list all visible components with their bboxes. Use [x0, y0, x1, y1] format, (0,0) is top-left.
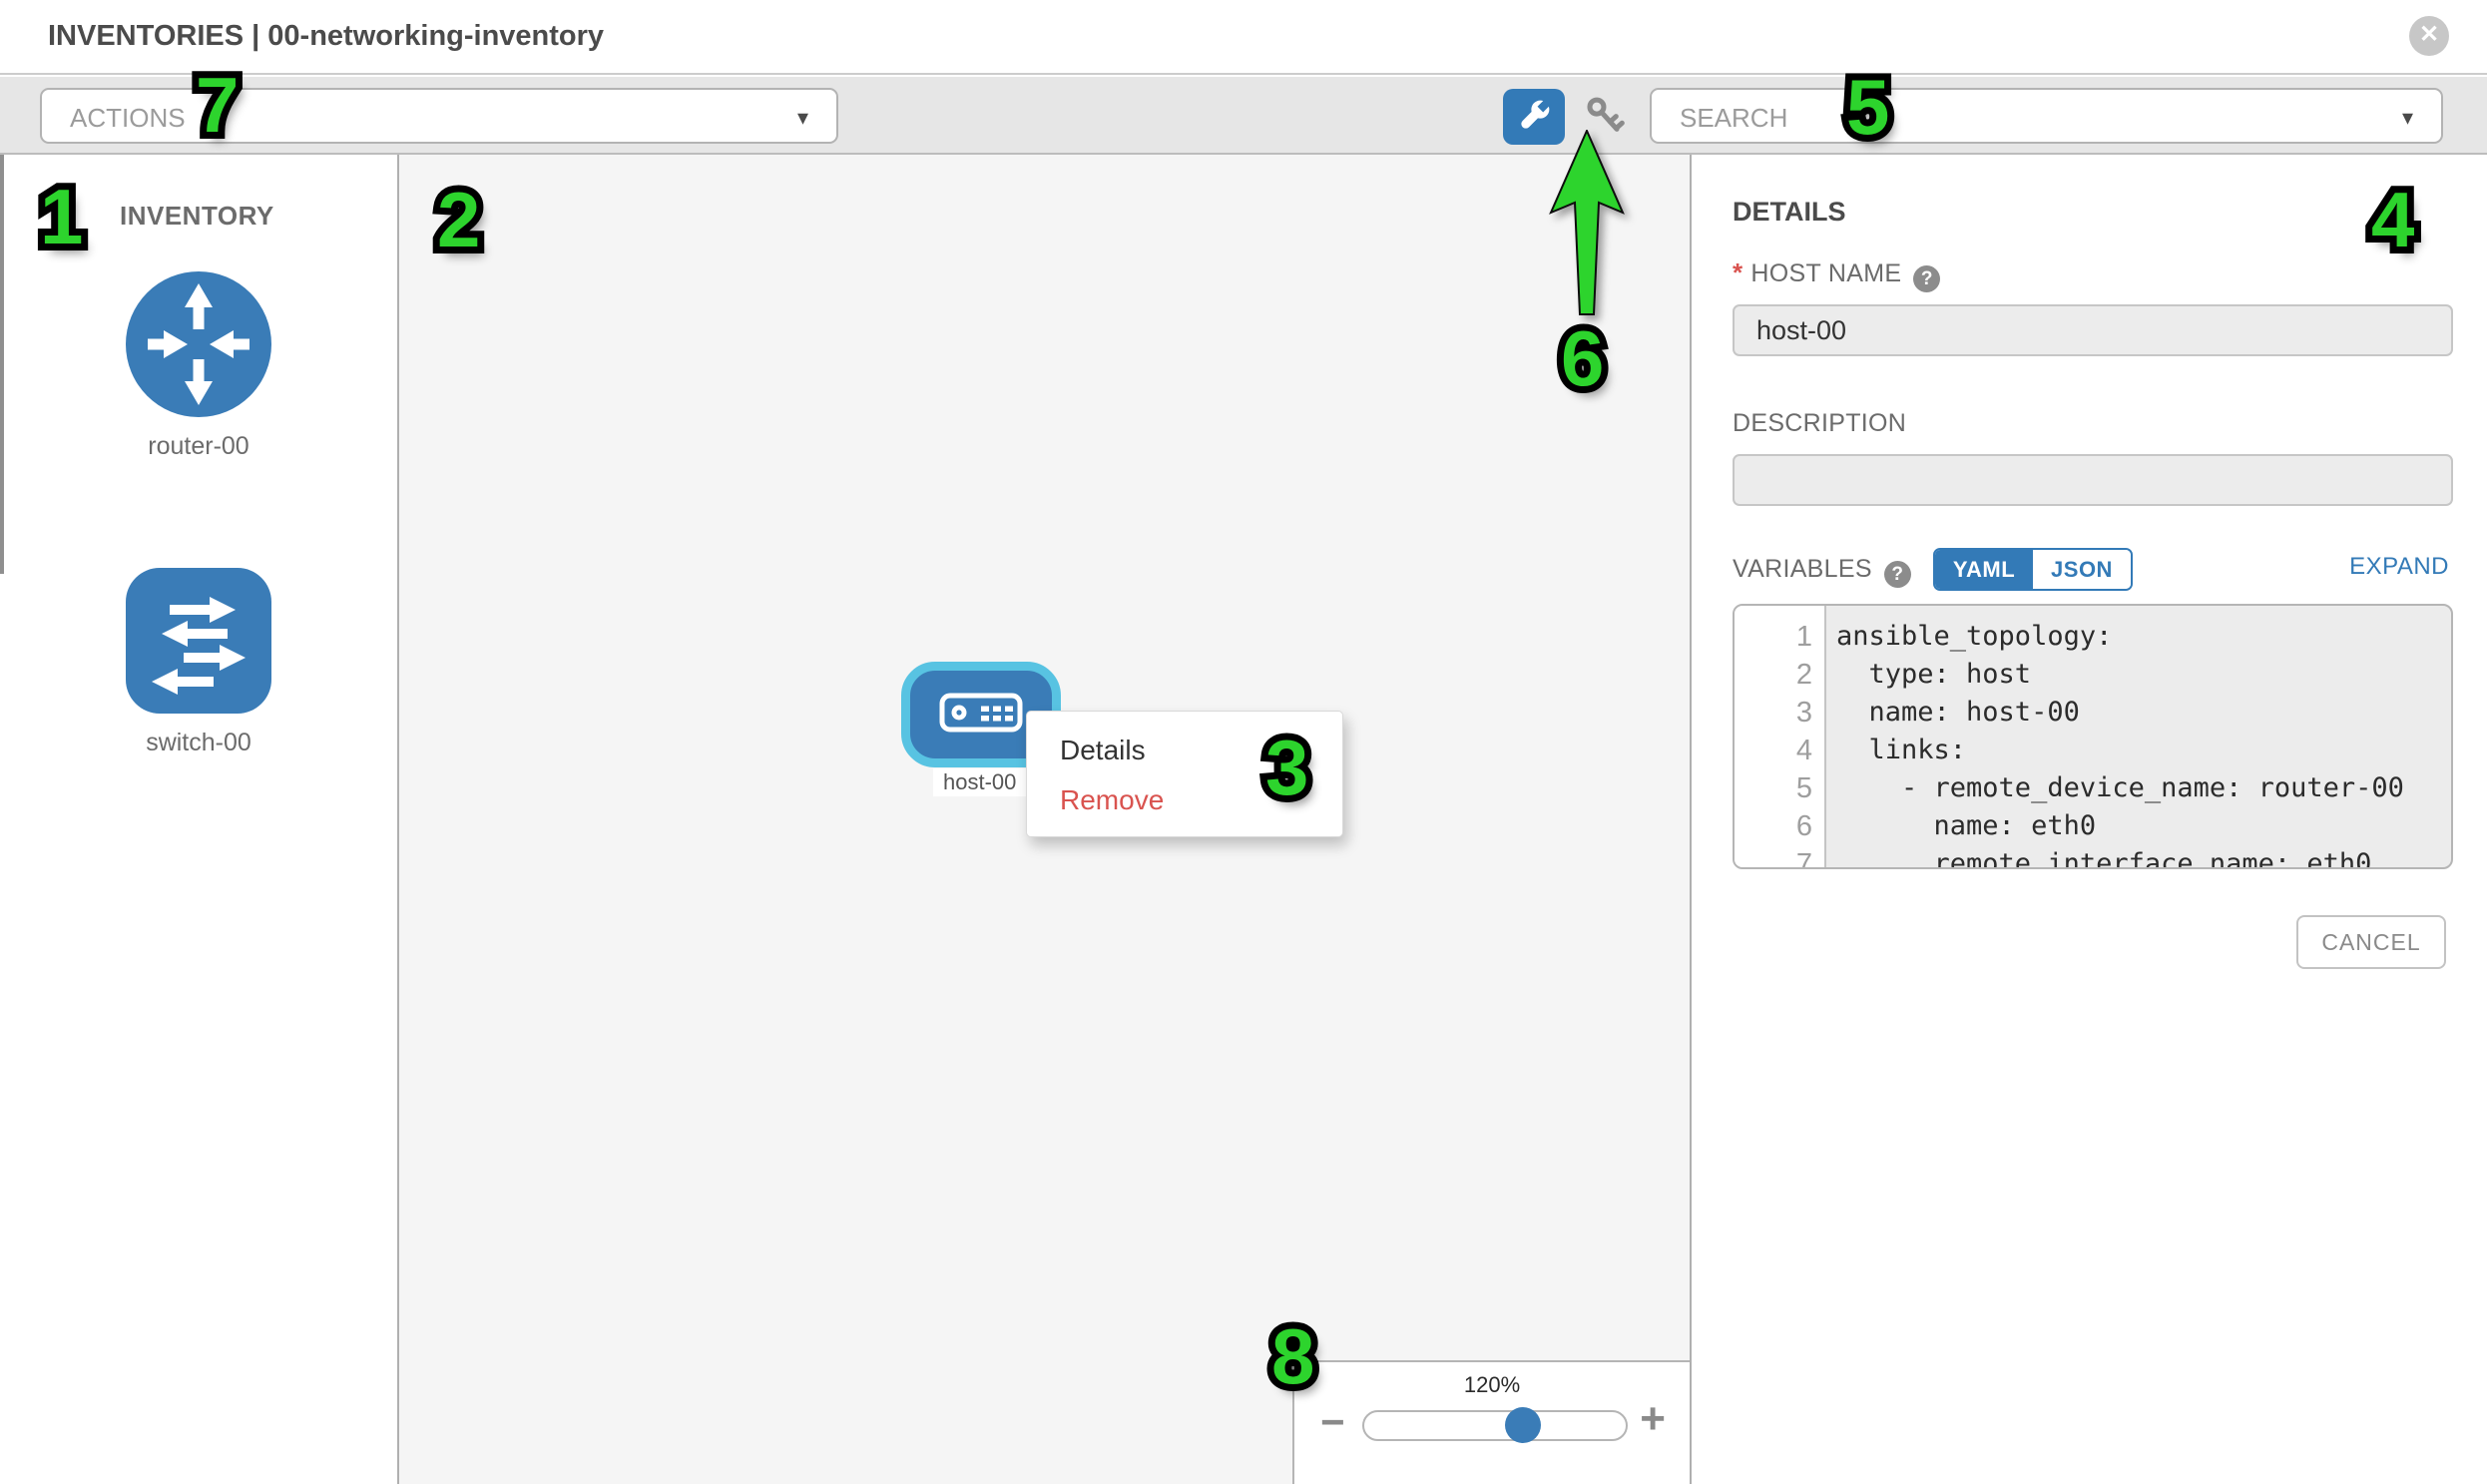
page-title: INVENTORIES | 00-networking-inventory — [48, 20, 604, 53]
line-number: 4 — [1735, 732, 1824, 769]
line-number: 7 — [1735, 845, 1824, 869]
palette-item-label: switch-00 — [124, 729, 273, 757]
zoom-slider[interactable] — [1362, 1410, 1628, 1441]
host-name-input[interactable] — [1733, 304, 2453, 356]
zoom-slider-handle[interactable] — [1505, 1407, 1541, 1443]
close-icon: ✕ — [2409, 16, 2449, 56]
zoom-control: 120% − + — [1292, 1360, 1690, 1484]
variables-code-editor[interactable]: 1 2 3 4 5 6 7 ansible_topology: type: ho… — [1733, 604, 2453, 869]
host-node-label: host-00 — [933, 768, 1026, 796]
search-placeholder: SEARCH — [1680, 103, 1787, 134]
wrench-icon — [1514, 124, 1554, 139]
zoom-in-button[interactable]: + — [1640, 1394, 1666, 1444]
line-number: 3 — [1735, 694, 1824, 732]
line-number: 1 — [1735, 618, 1824, 656]
description-label: DESCRIPTION — [1733, 409, 1906, 438]
toolbar: ACTIONS ▾ — [0, 77, 2487, 155]
tab-json[interactable]: JSON — [2033, 550, 2131, 589]
tab-yaml[interactable]: YAML — [1935, 550, 2033, 589]
code-line: remote_interface_name: eth0 — [1836, 845, 2451, 869]
line-number: 5 — [1735, 769, 1824, 807]
code-line: name: eth0 — [1836, 807, 2451, 845]
variables-label: VARIABLES — [1733, 555, 1872, 583]
description-input[interactable] — [1733, 454, 2453, 506]
inventory-sidebar: INVENTORY router-00 — [0, 155, 399, 1484]
palette-item-label: router-00 — [124, 432, 273, 461]
zoom-level-label: 120% — [1294, 1372, 1690, 1398]
menu-item-remove[interactable]: Remove — [1027, 775, 1342, 825]
details-panel: DETAILS * HOST NAME? DESCRIPTION VARIABLE… — [1690, 155, 2487, 1484]
expand-link[interactable]: EXPAND — [2349, 553, 2449, 581]
host-name-label: HOST NAME — [1750, 259, 1901, 287]
editor-code-area[interactable]: ansible_topology: type: host name: host-… — [1826, 606, 2451, 867]
actions-dropdown[interactable]: ACTIONS ▾ — [40, 88, 838, 144]
variables-label-row: VARIABLES? — [1733, 555, 1911, 588]
close-button[interactable]: ✕ — [2409, 16, 2449, 56]
zoom-out-button[interactable]: − — [1320, 1398, 1345, 1446]
search-dropdown[interactable]: SEARCH ▾ — [1650, 88, 2443, 144]
chevron-down-icon: ▾ — [797, 105, 808, 131]
key-button[interactable] — [1577, 91, 1633, 143]
code-line: - remote_device_name: router-00 — [1836, 769, 2451, 807]
sidebar-title: INVENTORY — [120, 201, 274, 232]
details-panel-title: DETAILS — [1733, 197, 1846, 228]
actions-dropdown-label: ACTIONS — [70, 103, 186, 134]
code-line: ansible_topology: — [1836, 618, 2451, 656]
variables-format-toggle: YAML JSON — [1933, 548, 2133, 591]
sidebar-scrollbar[interactable] — [0, 155, 4, 574]
topology-canvas[interactable]: host-00 Details Remove 120% − + — [399, 155, 1690, 1484]
palette-item-router[interactable]: router-00 — [124, 269, 273, 461]
palette-item-switch[interactable]: switch-00 — [124, 566, 273, 757]
switch-icon — [124, 703, 273, 720]
code-line: name: host-00 — [1836, 694, 2451, 732]
line-number: 2 — [1735, 656, 1824, 694]
configure-tools-button[interactable] — [1503, 89, 1565, 145]
page-header: INVENTORIES | 00-networking-inventory ✕ — [0, 0, 2487, 75]
chevron-down-icon: ▾ — [2402, 105, 2413, 131]
key-icon — [1581, 128, 1629, 143]
code-line: links: — [1836, 732, 2451, 769]
cancel-button[interactable]: CANCEL — [2296, 915, 2446, 969]
line-number: 6 — [1735, 807, 1824, 845]
host-name-label-row: * HOST NAME? — [1733, 257, 1940, 292]
context-menu: Details Remove — [1026, 711, 1343, 837]
help-question-icon[interactable]: ? — [1913, 265, 1940, 292]
help-question-icon[interactable]: ? — [1884, 561, 1911, 588]
required-asterisk: * — [1733, 257, 1742, 287]
menu-item-details[interactable]: Details — [1027, 726, 1342, 775]
code-line: type: host — [1836, 656, 2451, 694]
router-icon — [124, 406, 273, 423]
inventory-topology-window: INVENTORIES | 00-networking-inventory ✕ … — [0, 0, 2487, 1484]
editor-line-numbers: 1 2 3 4 5 6 7 — [1735, 606, 1826, 867]
